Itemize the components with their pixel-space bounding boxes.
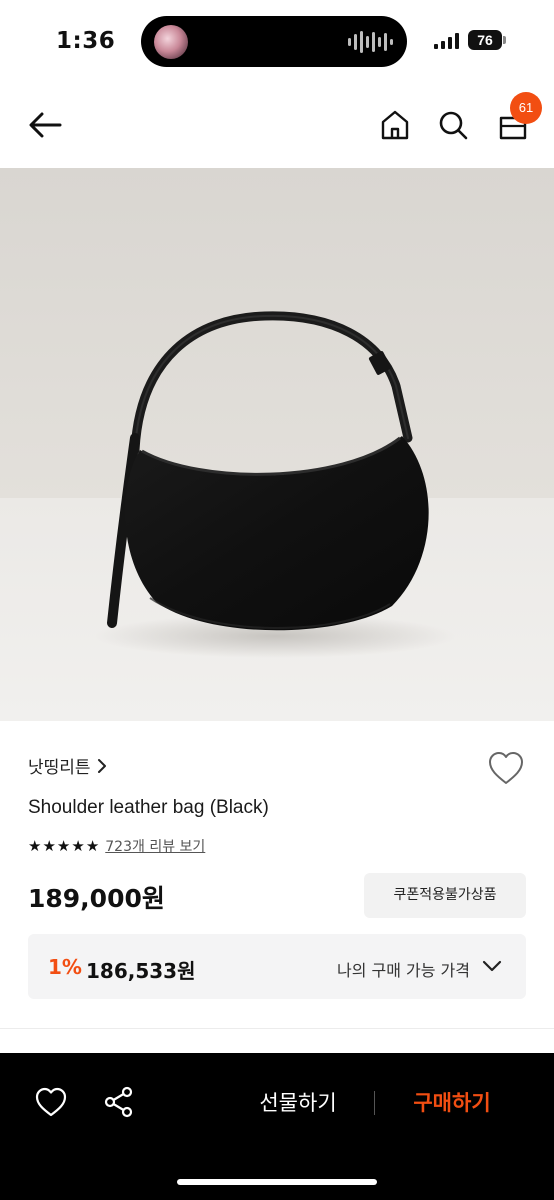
product-title: Shoulder leather bag (Black) — [28, 797, 269, 818]
status-time: 1:36 — [56, 28, 116, 54]
bottom-action-bar: 선물하기 구매하기 — [0, 1053, 554, 1200]
audio-waveform-icon — [348, 30, 393, 54]
product-price: 189,000원 — [28, 884, 165, 913]
chevron-down-icon — [482, 960, 502, 972]
section-divider — [0, 1028, 554, 1029]
now-playing-artwork — [154, 25, 188, 59]
heart-icon[interactable] — [34, 1086, 68, 1118]
product-photo[interactable] — [0, 168, 554, 721]
review-link[interactable]: 723개 리뷰 보기 — [105, 836, 205, 856]
buy-button[interactable]: 구매하기 — [400, 1087, 504, 1117]
my-price-label: 나의 구매 가능 가격 — [336, 961, 470, 980]
star-icon: ★ — [28, 837, 42, 855]
search-icon[interactable] — [436, 108, 470, 142]
star-icon: ★ — [71, 837, 85, 855]
status-bar: 1:36 76 — [0, 0, 554, 82]
back-arrow-icon[interactable] — [26, 106, 64, 144]
top-nav: 61 — [0, 82, 554, 168]
share-icon[interactable] — [102, 1085, 136, 1119]
brand-name: 낫띵리튼 — [28, 758, 91, 778]
chevron-right-icon — [97, 758, 106, 773]
gift-button[interactable]: 선물하기 — [246, 1087, 350, 1117]
star-icon: ★ — [85, 837, 100, 855]
star-icon: ★ — [42, 837, 56, 855]
rating-stars: ★ ★ ★ ★ ★ — [28, 837, 99, 855]
heart-icon[interactable] — [487, 750, 525, 786]
cart-count-badge: 61 — [510, 92, 542, 124]
star-icon: ★ — [56, 837, 71, 855]
home-indicator[interactable] — [177, 1179, 377, 1185]
coupon-status-button[interactable]: 쿠폰적용불가상품 — [364, 873, 526, 918]
my-price-value: 186,533원 — [86, 959, 196, 983]
my-price-dropdown[interactable]: 1% 186,533원 나의 구매 가능 가격 — [28, 934, 526, 999]
brand-link[interactable]: 낫띵리튼 — [28, 753, 107, 778]
battery-tip — [503, 36, 506, 44]
rating-row: ★ ★ ★ ★ ★ 723개 리뷰 보기 — [28, 836, 205, 856]
button-separator — [374, 1091, 375, 1115]
dynamic-island[interactable] — [141, 16, 407, 67]
discount-percent: 1% — [48, 955, 82, 979]
battery-icon: 76 — [468, 30, 502, 50]
cellular-signal-icon — [434, 33, 459, 49]
home-icon[interactable] — [378, 108, 412, 142]
